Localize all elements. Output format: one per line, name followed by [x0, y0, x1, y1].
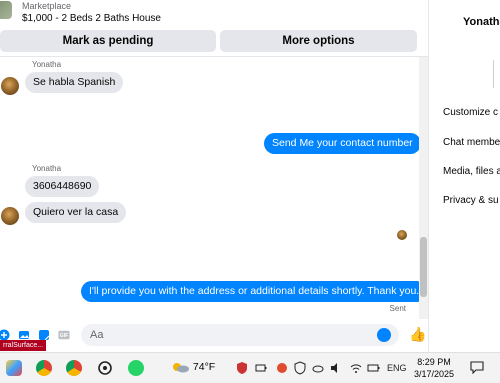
whatsapp-icon[interactable] [128, 360, 144, 376]
message-sender: Yonatha [32, 60, 62, 69]
listing-title: $1,000 - 2 Beds 2 Baths House [22, 13, 161, 24]
read-receipt-avatar [397, 230, 407, 240]
weather-icon [173, 363, 189, 373]
scrollbar[interactable] [419, 57, 428, 319]
language-indicator[interactable]: ENG [387, 363, 407, 373]
wifi-icon[interactable] [349, 361, 363, 375]
message-input-placeholder: Aa [90, 329, 104, 341]
paint-icon[interactable] [6, 360, 22, 376]
cloud-tray-icon[interactable] [311, 361, 325, 375]
panel-divider [493, 60, 494, 88]
svg-text:GIF: GIF [60, 333, 69, 339]
volume-icon[interactable] [329, 361, 343, 375]
conversation-details-panel: Yonatha Customize c Chat membe Media, fi… [428, 0, 500, 352]
app-tray-icon[interactable] [275, 361, 289, 375]
details-item-chat-members[interactable]: Chat membe [443, 137, 500, 148]
emoji-icon[interactable] [377, 328, 391, 342]
notification-icon[interactable] [470, 361, 484, 374]
details-item-privacy[interactable]: Privacy & su [443, 195, 499, 206]
sender-avatar[interactable] [1, 77, 19, 95]
details-item-media-files[interactable]: Media, files a [443, 166, 500, 177]
chatgpt-icon[interactable] [97, 360, 113, 376]
battery-tray-icon[interactable] [255, 362, 267, 374]
more-options-button[interactable]: More options [220, 30, 417, 52]
weather-widget[interactable]: 74°F [170, 361, 215, 373]
chrome-profile-icon[interactable] [36, 360, 52, 376]
clock[interactable]: 8:29 PM 3/17/2025 [408, 356, 460, 380]
message-bubble-incoming: 3606448690 [25, 176, 100, 197]
scrollbar-thumb[interactable] [420, 237, 427, 297]
antivirus-icon[interactable] [235, 361, 249, 375]
security-tray-icon[interactable] [293, 361, 307, 375]
message-bubble-incoming: Se habla Spanish [25, 72, 124, 93]
message-bubble-outgoing: I'll provide you with the address or add… [81, 281, 428, 302]
clock-date: 3/17/2025 [413, 369, 455, 379]
taskbar-tooltip: rralSurface... [0, 340, 47, 351]
battery-icon[interactable] [367, 361, 381, 375]
contact-name: Yonatha [463, 16, 500, 28]
listing-header[interactable]: Marketplace $1,000 - 2 Beds 2 Baths Hous… [0, 0, 428, 28]
message-list: Yonatha Se habla Spanish Send Me your co… [0, 57, 428, 319]
message-status: Sent [389, 304, 406, 313]
message-input[interactable]: Aa [81, 324, 399, 346]
clock-time: 8:29 PM [417, 357, 451, 367]
message-bubble-incoming: Quiero ver la casa [25, 202, 127, 223]
listing-category: Marketplace [22, 1, 72, 11]
details-item-customize[interactable]: Customize c [443, 107, 498, 118]
temperature: 74°F [192, 361, 216, 373]
mark-as-pending-button[interactable]: Mark as pending [0, 30, 216, 52]
gif-icon[interactable]: GIF [58, 329, 70, 341]
message-bubble-outgoing: Send Me your contact number [264, 133, 421, 154]
thumbs-up-icon[interactable]: 👍 [409, 327, 426, 342]
taskbar: rralSurface... 74°F ENG 8:29 PM 3/17/202… [0, 340, 500, 383]
chrome-icon[interactable] [66, 360, 82, 376]
composer: GIF Aa 👍 [0, 320, 428, 350]
listing-thumbnail [0, 1, 12, 19]
sender-avatar[interactable] [1, 207, 19, 225]
chat-pane: Marketplace $1,000 - 2 Beds 2 Baths Hous… [0, 0, 428, 352]
message-sender: Yonatha [32, 164, 62, 173]
